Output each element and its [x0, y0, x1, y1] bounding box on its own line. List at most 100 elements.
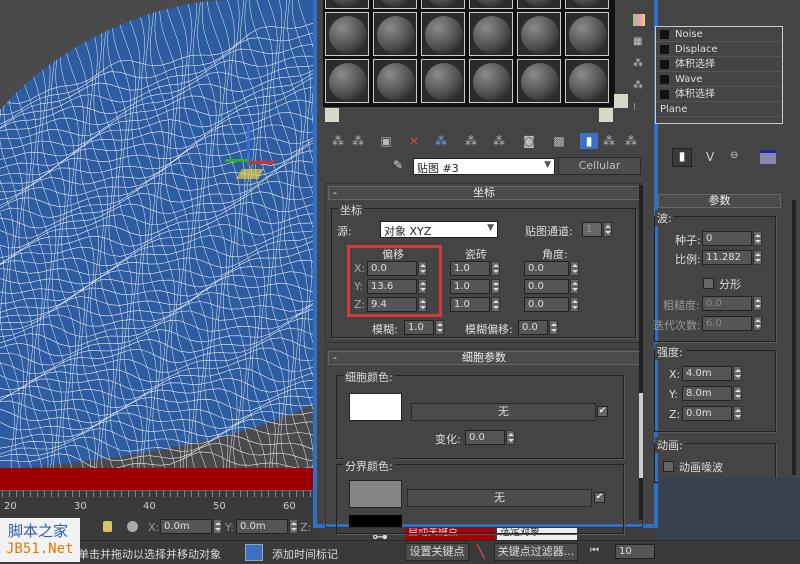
scale-spinner[interactable]: [753, 250, 762, 265]
tiling-2-input[interactable]: 1.0: [450, 297, 490, 312]
division-color-map-checkbox[interactable]: ✔: [594, 492, 605, 503]
coordinates-rollout-header[interactable]: - 坐标: [328, 186, 640, 200]
pin-stack-icon[interactable]: ▮: [672, 148, 692, 167]
eyedropper-icon[interactable]: ✎: [393, 158, 403, 172]
modifier-stack-item[interactable]: Wave: [656, 72, 782, 87]
put-to-library-icon[interactable]: ⁂: [490, 133, 508, 149]
coord-x-input[interactable]: 0.0m: [160, 519, 212, 534]
modifier-stack-item[interactable]: 体积选择: [656, 57, 782, 72]
modifier-stack-list[interactable]: Noise Displace 体积选择 Wave 体积选择 Plane: [655, 26, 783, 124]
offset-spinner[interactable]: [418, 261, 427, 276]
material-id-icon[interactable]: ◙: [520, 133, 538, 149]
viewport-perspective[interactable]: [0, 0, 320, 468]
map-channel-spinner[interactable]: [603, 222, 612, 237]
get-material-icon[interactable]: ⁂: [329, 133, 347, 149]
key-filters-button[interactable]: 关键点过滤器...: [494, 543, 578, 561]
lock-icon[interactable]: [103, 521, 112, 532]
show-end-result-icon[interactable]: V: [706, 150, 714, 164]
offset-0-input[interactable]: 0.0: [367, 261, 417, 276]
source-dropdown[interactable]: 对象 XYZ ▼: [380, 221, 498, 238]
absolute-mode-icon[interactable]: [127, 521, 138, 532]
current-frame-input[interactable]: 10: [615, 544, 655, 559]
make-unique-icon[interactable]: ⁂: [462, 133, 480, 149]
strength-x-input[interactable]: 4.0m: [682, 366, 732, 381]
copy-material-icon[interactable]: ⁂: [432, 133, 450, 149]
iterations-input[interactable]: 6.0: [702, 316, 752, 331]
map-channel-input[interactable]: 1: [582, 222, 602, 237]
offset-2-input[interactable]: 9.4: [367, 297, 417, 312]
set-key-button[interactable]: 设置关键点: [405, 543, 469, 561]
blur-spinner[interactable]: [435, 320, 444, 335]
expand-icon[interactable]: [660, 29, 669, 39]
modifier-stack-item[interactable]: 体积选择: [656, 87, 782, 102]
scale-input[interactable]: 11.282: [702, 250, 752, 265]
timeline-ruler[interactable]: 20 30 40 50 60: [0, 490, 320, 516]
cell-color-map-checkbox[interactable]: ✔: [597, 406, 608, 417]
animate-noise-checkbox[interactable]: [663, 461, 674, 472]
coord-x-spinner[interactable]: [213, 519, 222, 534]
configure-sets-icon[interactable]: [760, 150, 776, 164]
angle-spinner[interactable]: [570, 261, 579, 276]
modifier-stack-item[interactable]: Noise: [656, 27, 782, 42]
division-color-swatch-2[interactable]: [349, 515, 402, 527]
blur-input[interactable]: 1.0: [404, 320, 434, 335]
time-tag-icon[interactable]: [245, 544, 263, 561]
cell-color-map-button[interactable]: 无: [411, 403, 596, 421]
fractal-checkbox[interactable]: [703, 278, 714, 289]
parameters-rollout-header[interactable]: 参数: [658, 194, 781, 208]
seed-spinner[interactable]: [753, 231, 762, 246]
reset-map-icon[interactable]: ✕: [405, 133, 423, 149]
go-to-start-icon[interactable]: ⏮: [590, 545, 599, 556]
expand-icon[interactable]: [660, 44, 669, 54]
blur-offset-spinner[interactable]: [549, 320, 558, 335]
wave-mesh-object[interactable]: [0, 0, 320, 468]
strength-y-input[interactable]: 8.0m: [682, 386, 732, 401]
angle-spinner[interactable]: [570, 279, 579, 294]
expand-icon[interactable]: [660, 89, 669, 99]
angle-spinner[interactable]: [570, 297, 579, 312]
blur-offset-input[interactable]: 0.0: [518, 320, 548, 335]
angle-2-input[interactable]: 0.0: [524, 297, 569, 312]
put-to-scene-icon[interactable]: ⁂: [349, 133, 367, 149]
go-forward-icon[interactable]: ⁂: [622, 133, 640, 149]
division-color-map-button[interactable]: 无: [407, 489, 592, 507]
tiling-0-input[interactable]: 1.0: [450, 261, 490, 276]
coord-y-spinner[interactable]: [289, 519, 298, 534]
angle-1-input[interactable]: 0.0: [524, 279, 569, 294]
angle-0-input[interactable]: 0.0: [524, 261, 569, 276]
division-color-swatch-1[interactable]: [349, 480, 402, 508]
strength-z-input[interactable]: 0.0m: [682, 406, 732, 421]
offset-spinner[interactable]: [418, 297, 427, 312]
cell-parameters-header[interactable]: - 细胞参数: [328, 351, 640, 365]
cell-color-swatch[interactable]: [349, 393, 402, 421]
go-to-parent-icon[interactable]: ⁂: [600, 133, 618, 149]
add-time-tag-button[interactable]: 添加时间标记: [272, 546, 338, 562]
coord-y-input[interactable]: 0.0m: [236, 519, 288, 534]
variation-spinner[interactable]: [506, 430, 515, 445]
rollout-scrollbar[interactable]: [639, 185, 643, 520]
modifier-stack-item[interactable]: Displace: [656, 42, 782, 57]
expand-icon[interactable]: [660, 74, 669, 84]
tiling-1-input[interactable]: 1.0: [450, 279, 490, 294]
show-end-result-icon[interactable]: ▮: [580, 133, 598, 149]
time-slider-track[interactable]: [0, 468, 320, 490]
iterations-spinner[interactable]: [753, 316, 762, 331]
transform-gizmo[interactable]: [225, 125, 275, 185]
tiling-spinner[interactable]: [491, 297, 500, 312]
strength-y-spinner[interactable]: [733, 386, 742, 401]
expand-icon[interactable]: [660, 59, 669, 69]
variation-input[interactable]: 0.0: [465, 430, 505, 445]
offset-1-input[interactable]: 13.6: [367, 279, 417, 294]
offset-spinner[interactable]: [418, 279, 427, 294]
tiling-spinner[interactable]: [491, 261, 500, 276]
tiling-spinner[interactable]: [491, 279, 500, 294]
command-panel-scrollbar[interactable]: [792, 200, 796, 475]
strength-z-spinner[interactable]: [733, 406, 742, 421]
seed-input[interactable]: 0: [702, 231, 752, 246]
roughness-spinner[interactable]: [753, 296, 762, 311]
show-map-icon[interactable]: ▩: [550, 133, 568, 149]
make-unique-icon[interactable]: ⊖: [730, 150, 738, 161]
roughness-input[interactable]: 0.0: [702, 296, 752, 311]
map-type-button[interactable]: Cellular: [558, 157, 641, 175]
strength-x-spinner[interactable]: [733, 366, 742, 381]
